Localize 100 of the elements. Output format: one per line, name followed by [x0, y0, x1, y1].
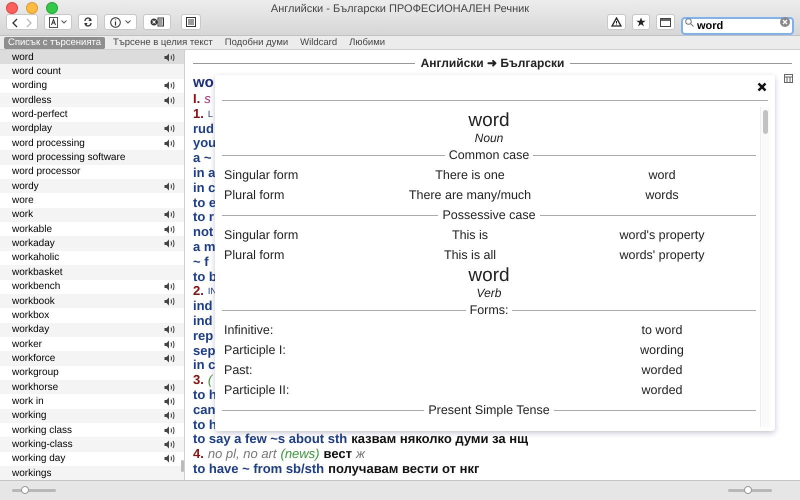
zoom-slider[interactable] — [728, 489, 772, 492]
star-icon — [636, 17, 646, 27]
word-text: word count — [12, 65, 61, 80]
speaker-icon[interactable] — [164, 182, 176, 191]
word-list-item[interactable]: workday — [0, 322, 184, 337]
form-context: There is one — [435, 166, 505, 184]
scrollbar-thumb[interactable] — [763, 110, 768, 134]
sense-number: I. — [193, 92, 200, 107]
form-label: Singular form — [223, 226, 300, 244]
close-window-button[interactable] — [6, 2, 18, 14]
speaker-icon[interactable] — [164, 282, 176, 292]
slider-thumb[interactable] — [744, 486, 752, 494]
word-list-item[interactable]: workings — [0, 466, 184, 480]
word-list-item[interactable]: wordless — [0, 93, 184, 108]
speaker-icon[interactable] — [164, 396, 176, 406]
word-list-item[interactable]: working — [0, 408, 184, 423]
sense-number: 3. — [193, 373, 204, 388]
speaker-icon[interactable] — [164, 454, 176, 464]
document-dropdown-button[interactable] — [44, 14, 72, 30]
tab[interactable]: Подобни думи — [220, 36, 292, 48]
phrase: in c — [193, 180, 216, 196]
word-text: workbox — [12, 308, 50, 323]
word-list-item[interactable]: workable — [0, 222, 184, 236]
word-text: worker — [12, 338, 42, 352]
search-field[interactable]: word — [681, 17, 794, 35]
speaker-icon[interactable] — [164, 239, 176, 248]
word-list-item[interactable]: workforce — [0, 351, 184, 366]
section-heading: Common case — [448, 146, 530, 164]
word-list-item[interactable]: working day — [0, 452, 184, 466]
word-list-item[interactable]: wordy — [0, 179, 184, 194]
tab[interactable]: Търсене в целия текст — [109, 36, 217, 48]
back-icon[interactable] — [11, 18, 18, 28]
close-button[interactable] — [756, 81, 768, 93]
sense-number: 4. — [193, 447, 204, 462]
zoom-window-button[interactable] — [46, 2, 58, 14]
sense-label: L — [208, 108, 213, 121]
speaker-icon[interactable] — [164, 411, 176, 420]
form-context: This is — [452, 226, 488, 244]
word-text: workings — [12, 466, 52, 480]
word-list-item[interactable]: work — [0, 208, 184, 222]
search-icon — [685, 18, 694, 27]
phrase: ~ f — [193, 254, 209, 270]
speaker-icon[interactable] — [164, 81, 176, 90]
speaker-icon[interactable] — [164, 124, 176, 134]
word-list-item[interactable]: wording — [0, 78, 184, 94]
phrase: to say a few ~s about sth — [193, 432, 348, 448]
clear-button[interactable] — [143, 14, 171, 30]
close-icon — [757, 82, 767, 92]
word-list-item[interactable]: workbook — [0, 294, 184, 308]
info-icon — [110, 16, 121, 28]
warning-button[interactable] — [607, 14, 626, 30]
word-list-item[interactable]: wordplay — [0, 122, 184, 136]
info-dropdown-button[interactable] — [104, 14, 137, 30]
speaker-icon[interactable] — [164, 138, 176, 148]
word-list-item[interactable]: workhorse — [0, 380, 184, 394]
part-of-speech: Verb — [476, 286, 502, 300]
phrase: ind — [193, 299, 212, 314]
translation: казвам няколко думи за нщ — [351, 432, 528, 448]
word-text: word-perfect — [12, 108, 68, 122]
card-button[interactable] — [656, 14, 675, 30]
scrollbar-thumb[interactable] — [181, 460, 184, 472]
form-label: Infinitive: — [223, 322, 274, 339]
word-text: work — [12, 208, 34, 222]
speaker-icon[interactable] — [164, 224, 176, 234]
speaker-icon[interactable] — [164, 340, 176, 349]
headword: word — [468, 110, 510, 131]
word-list-item[interactable]: working-class — [0, 437, 184, 452]
word-list-item[interactable]: word processing — [0, 136, 184, 150]
word-text: workable — [12, 222, 52, 237]
word-list-item[interactable]: working class — [0, 422, 184, 438]
speaker-icon[interactable] — [164, 52, 176, 62]
word-list-item[interactable]: workbasket — [0, 265, 184, 280]
tab[interactable]: Любими — [345, 36, 390, 48]
speaker-icon[interactable] — [164, 296, 176, 306]
word-list-item[interactable]: word count — [0, 64, 184, 79]
refresh-button[interactable] — [78, 14, 98, 30]
word-list-item[interactable]: workaday — [0, 236, 184, 251]
panel-button[interactable] — [181, 14, 201, 30]
speaker-icon[interactable] — [164, 426, 176, 435]
back-forward-control[interactable] — [6, 14, 38, 30]
phrase: a m — [193, 240, 216, 255]
speaker-icon[interactable] — [164, 96, 176, 105]
caret-icon — [61, 20, 67, 24]
speaker-icon[interactable] — [164, 325, 176, 334]
favorite-button[interactable] — [632, 14, 650, 30]
phrase: to have ~ from sb/sth — [193, 462, 324, 477]
tab[interactable]: Wildcard — [296, 36, 342, 48]
word-list-item[interactable]: workgroup — [0, 366, 184, 380]
translation: получавам вести от нкг — [328, 462, 480, 477]
zoom-slider[interactable] — [12, 489, 56, 492]
speaker-icon[interactable] — [164, 354, 176, 363]
slider-thumb[interactable] — [21, 486, 29, 494]
word-list-item[interactable]: word processing software — [0, 150, 184, 165]
word-text: wordplay — [12, 122, 52, 136]
speaker-icon[interactable] — [164, 210, 176, 220]
clear-search-icon[interactable] — [780, 17, 790, 27]
speaker-icon[interactable] — [164, 440, 176, 449]
table-icon[interactable] — [784, 74, 793, 83]
speaker-icon[interactable] — [164, 382, 176, 392]
word-list-item[interactable]: word — [0, 50, 184, 64]
